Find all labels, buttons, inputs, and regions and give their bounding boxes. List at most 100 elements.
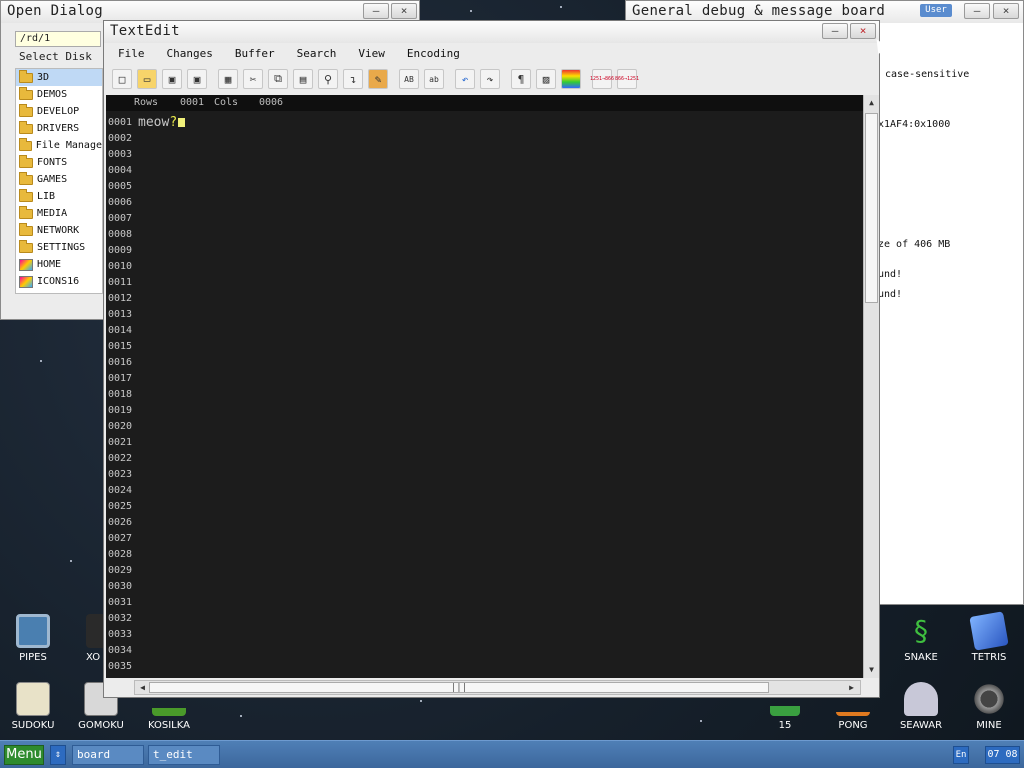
- desktop-icon-mine[interactable]: MINE: [954, 682, 1024, 731]
- start-menu-button[interactable]: Menu: [4, 745, 44, 765]
- menu-changes[interactable]: Changes: [167, 47, 213, 60]
- color-scheme-icon: ▨: [542, 72, 550, 86]
- line-number: 0007: [108, 213, 133, 224]
- textedit-titlebar[interactable]: TextEdit – ×: [104, 21, 879, 43]
- horizontal-scrollbar[interactable]: ◀ ||| ▶: [134, 680, 861, 695]
- redo-button[interactable]: ↷: [480, 69, 500, 89]
- desktop-icon-snake[interactable]: § SNAKE: [886, 614, 956, 663]
- folder-item-media[interactable]: MEDIA: [16, 205, 102, 222]
- folder-item-demos[interactable]: DEMOS: [16, 86, 102, 103]
- desktop-icon-sudoku[interactable]: SUDOKU: [0, 682, 68, 731]
- line-number: 0015: [108, 341, 133, 352]
- close-button[interactable]: ×: [993, 3, 1019, 19]
- desktop-icon-pipes[interactable]: PIPES: [0, 614, 68, 663]
- folder-item-games[interactable]: GAMES: [16, 171, 102, 188]
- editor-area[interactable]: Rows 0001 Cols 0006 0001 0002 0003 0004 0005…: [106, 95, 863, 678]
- desktop-icon-label: MINE: [976, 720, 1002, 731]
- lowercase-button[interactable]: ab: [424, 69, 444, 89]
- close-button[interactable]: ×: [391, 3, 417, 19]
- folder-item-network[interactable]: NETWORK: [16, 222, 102, 239]
- tetris-icon: [969, 611, 1009, 651]
- line-number: 0012: [108, 293, 133, 304]
- select-disk-button[interactable]: Select Disk: [19, 50, 92, 63]
- convert-1251-866-icon: 1251→866: [589, 76, 615, 82]
- language-indicator[interactable]: En: [953, 746, 969, 764]
- path-input[interactable]: /rd/1: [15, 31, 101, 47]
- horizontal-scroll-thumb[interactable]: |||: [149, 682, 769, 693]
- pilcrow-button[interactable]: ¶: [511, 69, 531, 89]
- cols-value: 0006: [259, 97, 284, 108]
- goto-line-button[interactable]: ↴: [343, 69, 363, 89]
- menu-file[interactable]: File: [118, 47, 145, 60]
- desktop-icon-tetris[interactable]: TETRIS: [954, 611, 1024, 663]
- folder-item-file-manager[interactable]: File Manage: [16, 137, 102, 154]
- find-button[interactable]: ⚲: [318, 69, 338, 89]
- desktop-icon-seawar[interactable]: SEAWAR: [886, 682, 956, 731]
- copy-button[interactable]: ⧉: [268, 69, 288, 89]
- folder-icon: [19, 205, 33, 219]
- minimize-button[interactable]: –: [363, 3, 389, 19]
- debug-line: ze of 406 MB: [878, 239, 951, 250]
- uppercase-button[interactable]: AB: [399, 69, 419, 89]
- file-item-icons16[interactable]: ICONS16: [16, 273, 102, 290]
- color-scheme-button[interactable]: ▨: [536, 69, 556, 89]
- folder-item-3d[interactable]: 3D: [16, 69, 102, 86]
- user-badge[interactable]: User: [920, 4, 952, 17]
- text-mark: ?: [169, 115, 178, 130]
- paste-button[interactable]: ▤: [293, 69, 313, 89]
- task-t-edit[interactable]: t_edit: [148, 745, 220, 765]
- image-icon: [19, 275, 33, 288]
- save-button[interactable]: ▣: [162, 69, 182, 89]
- line-number: 0032: [108, 613, 133, 624]
- menu-buffer[interactable]: Buffer: [235, 47, 275, 60]
- line-number: 0004: [108, 165, 133, 176]
- minimize-button[interactable]: –: [964, 3, 990, 19]
- minimize-button[interactable]: –: [822, 23, 848, 39]
- task-board[interactable]: board: [72, 745, 144, 765]
- select-all-button[interactable]: ▦: [218, 69, 238, 89]
- folder-item-drivers[interactable]: DRIVERS: [16, 120, 102, 137]
- vertical-scrollbar[interactable]: ▲ ▼: [863, 95, 879, 678]
- line-number: 0024: [108, 485, 133, 496]
- folder-label: FONTS: [37, 157, 68, 168]
- line-number: 0005: [108, 181, 133, 192]
- scroll-left-icon[interactable]: ◀: [136, 682, 149, 694]
- syntax-colors-button[interactable]: ≡: [561, 69, 581, 89]
- close-button[interactable]: ×: [850, 23, 876, 39]
- menu-view[interactable]: View: [358, 47, 385, 60]
- folder-item-develop[interactable]: DEVELOP: [16, 103, 102, 120]
- redo-icon: ↷: [486, 72, 494, 86]
- textedit-title: TextEdit: [110, 23, 180, 39]
- taskbar-scroll-icon[interactable]: ⇕: [50, 745, 66, 765]
- folder-item-fonts[interactable]: FONTS: [16, 154, 102, 171]
- line-number: 0001: [108, 117, 133, 128]
- file-item-home[interactable]: HOME: [16, 256, 102, 273]
- desktop-icon-xo[interactable]: XO: [64, 614, 104, 663]
- vertical-scroll-thumb[interactable]: [865, 113, 878, 303]
- open-file-button[interactable]: ▭: [137, 69, 157, 89]
- line-number: 0011: [108, 277, 133, 288]
- save-as-button[interactable]: ▣: [187, 69, 207, 89]
- line-number: 0009: [108, 245, 133, 256]
- folder-item-settings[interactable]: SETTINGS: [16, 239, 102, 256]
- menu-encoding[interactable]: Encoding: [407, 47, 460, 60]
- folder-item-lib[interactable]: LIB: [16, 188, 102, 205]
- new-file-button[interactable]: □: [112, 69, 132, 89]
- debug-board-title: General debug & message board: [632, 3, 886, 19]
- text-content[interactable]: meow?: [138, 115, 863, 678]
- scroll-right-icon[interactable]: ▶: [845, 682, 858, 694]
- scroll-down-icon[interactable]: ▼: [865, 664, 878, 676]
- line-number: 0023: [108, 469, 133, 480]
- line-number: 0019: [108, 405, 133, 416]
- convert-866-1251-button[interactable]: 866→1251: [615, 69, 639, 89]
- convert-1251-866-button[interactable]: 1251→866: [589, 69, 615, 89]
- scroll-up-icon[interactable]: ▲: [865, 97, 878, 109]
- folder-label: NETWORK: [37, 225, 80, 236]
- debug-line: case-sensitive: [885, 69, 970, 80]
- clock[interactable]: 07 08: [985, 746, 1020, 764]
- cut-button[interactable]: ✂: [243, 69, 263, 89]
- key-words-button[interactable]: ✎: [368, 69, 388, 89]
- undo-button[interactable]: ↶: [455, 69, 475, 89]
- sudoku-icon: [16, 682, 50, 716]
- menu-search[interactable]: Search: [297, 47, 337, 60]
